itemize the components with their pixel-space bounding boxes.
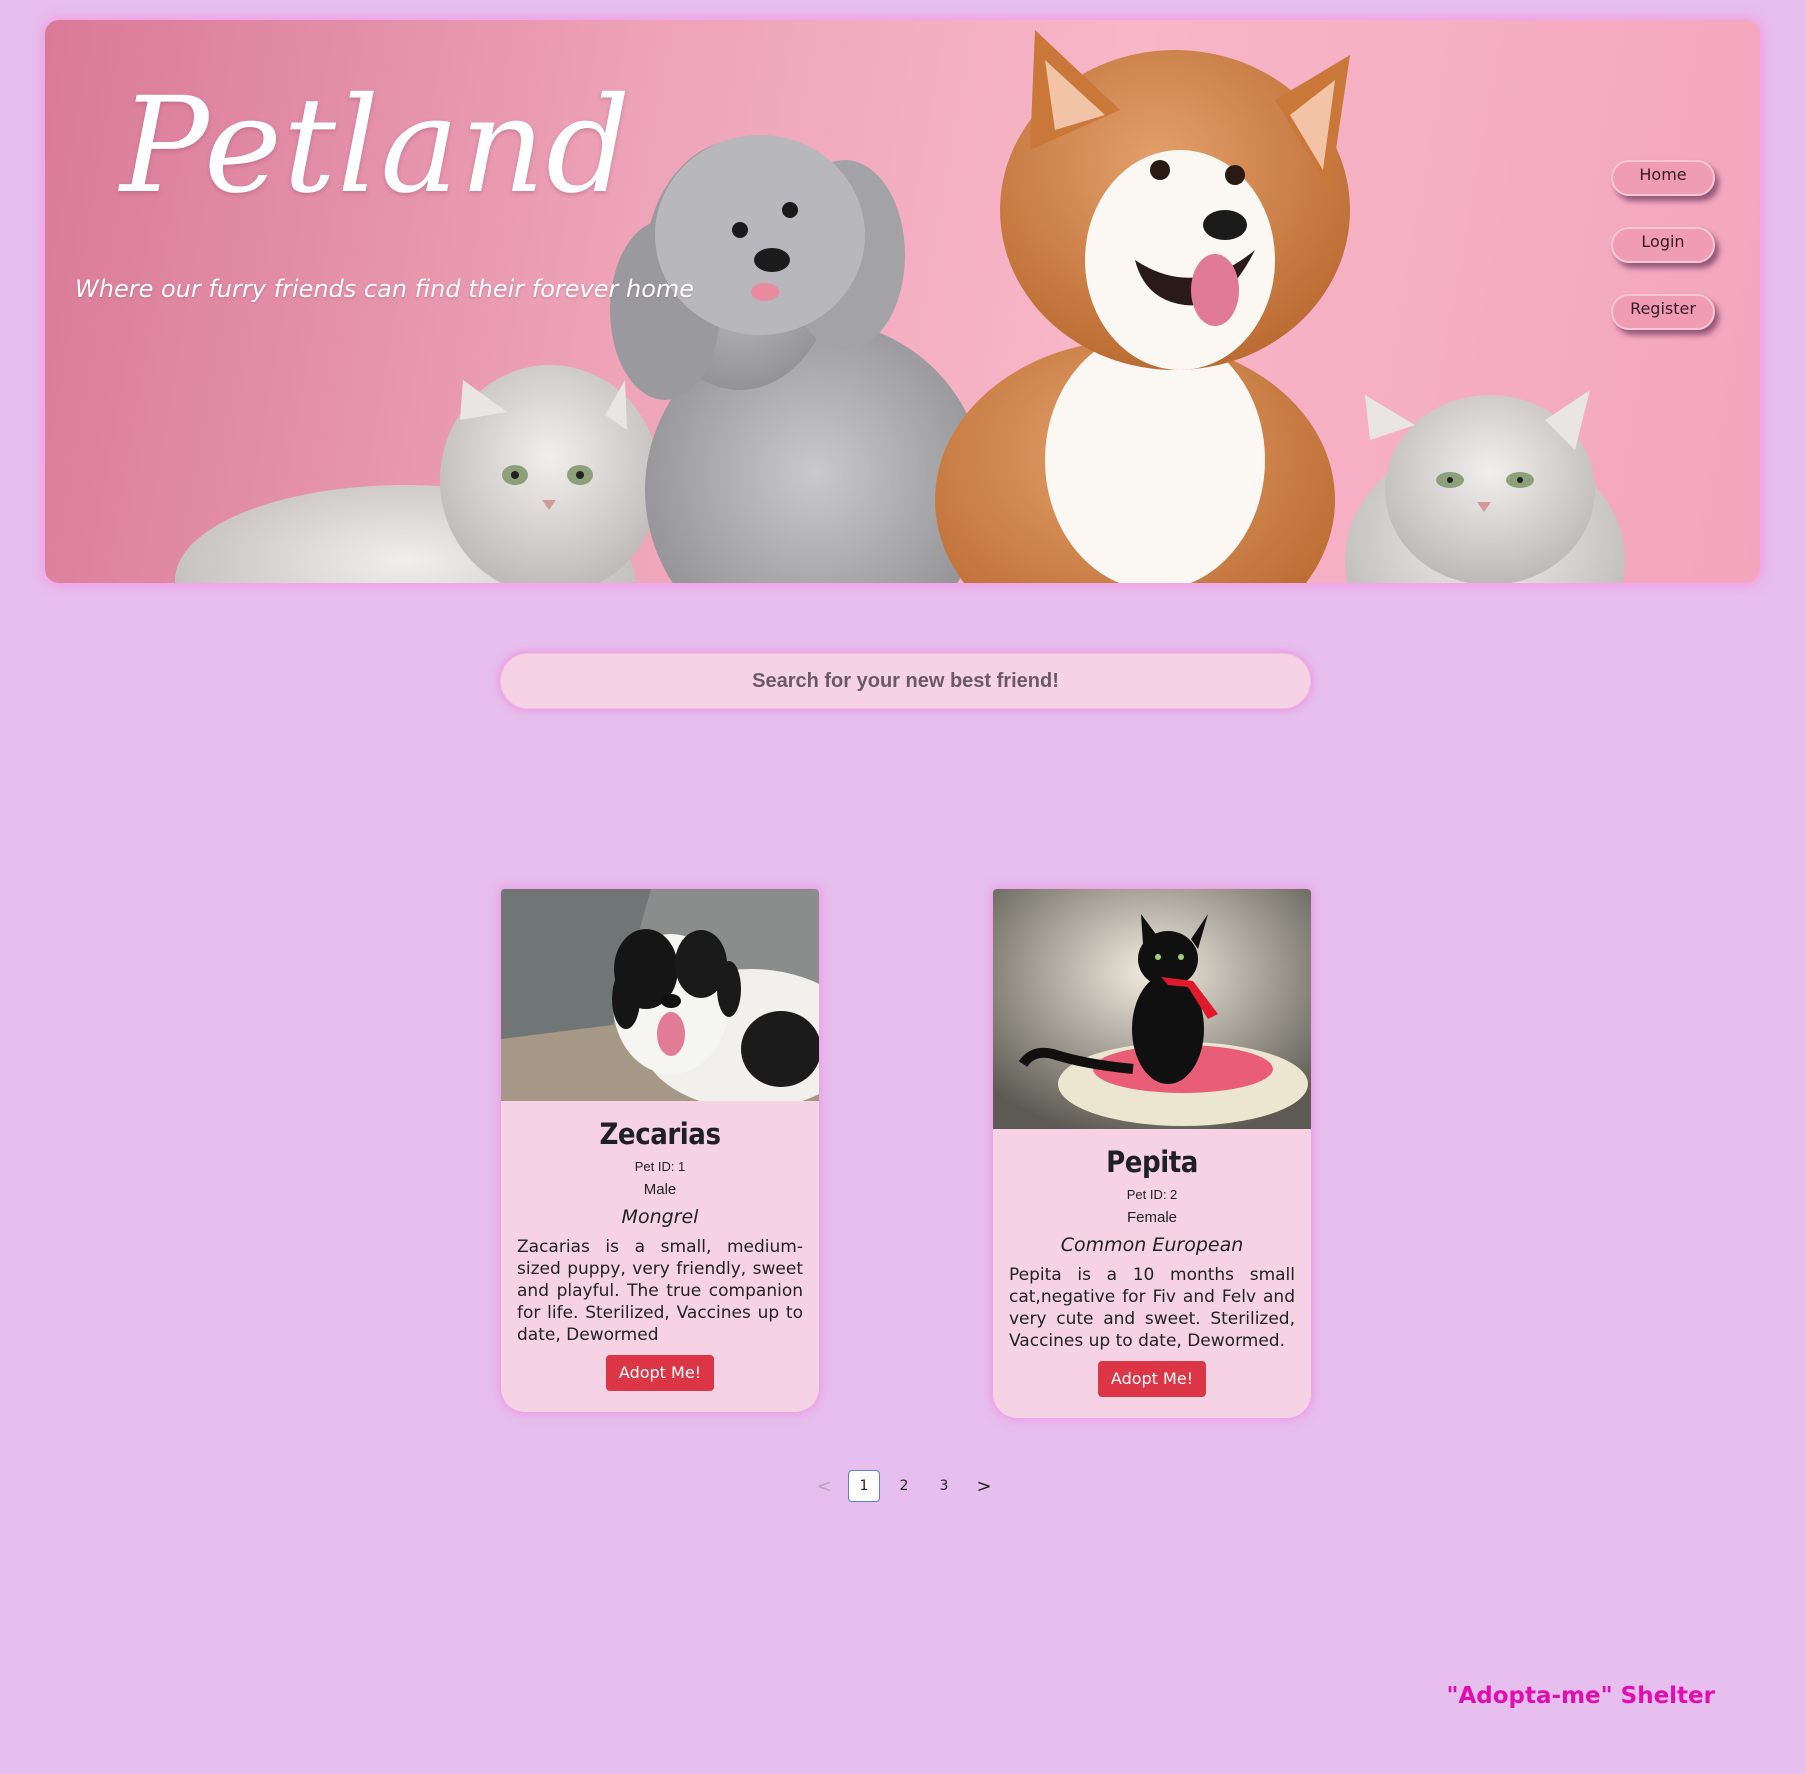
corgi [935, 30, 1350, 583]
pet-id: Pet ID: 2 [1126, 1187, 1178, 1202]
pet-card: Pepita Pet ID: 2 Female Common European … [993, 889, 1311, 1418]
adopt-button[interactable]: Adopt Me! [1097, 1361, 1207, 1397]
pet-name: Zecarias [599, 1117, 721, 1151]
pagination: < 1 2 3 > [808, 1469, 1008, 1503]
pet-card: Zecarias Pet ID: 1 Male Mongrel Zacarias… [501, 889, 819, 1412]
pagination-page-2[interactable]: 2 [888, 1470, 920, 1502]
pet-breed: Common European [1060, 1234, 1244, 1256]
search-input[interactable] [500, 653, 1311, 709]
main-nav: Home Login Register [1611, 160, 1715, 361]
hero-banner: Petland Where our furry friends can find… [45, 20, 1760, 583]
pet-photo-cat [993, 889, 1311, 1129]
left-cat [175, 365, 660, 583]
adopt-button[interactable]: Adopt Me! [605, 1355, 715, 1391]
site-logo-title: Petland [120, 69, 632, 223]
pagination-prev-chevron-icon[interactable]: < [808, 1470, 840, 1502]
pet-description: Zacarias is a small, medium-sized puppy,… [517, 1237, 803, 1345]
pet-photo-dog [501, 889, 819, 1101]
pet-description: Pepita is a 10 months small cat,negative… [1009, 1265, 1295, 1351]
nav-register-button[interactable]: Register [1611, 294, 1715, 330]
site-tagline: Where our furry friends can find their f… [75, 275, 695, 303]
pagination-page-1[interactable]: 1 [848, 1470, 880, 1502]
pet-id: Pet ID: 1 [634, 1159, 686, 1174]
pagination-next-chevron-icon[interactable]: > [968, 1470, 1000, 1502]
pet-name: Pepita [1106, 1145, 1198, 1179]
pet-breed: Mongrel [621, 1206, 699, 1228]
nav-home-button[interactable]: Home [1611, 160, 1715, 196]
right-cat [1345, 390, 1625, 583]
footer-shelter-name: "Adopta-me" Shelter [1446, 1683, 1716, 1709]
pagination-page-3[interactable]: 3 [928, 1470, 960, 1502]
pet-sex: Male [643, 1181, 677, 1198]
nav-login-button[interactable]: Login [1611, 227, 1715, 263]
poodle [610, 135, 985, 583]
pet-sex: Female [1126, 1209, 1178, 1226]
